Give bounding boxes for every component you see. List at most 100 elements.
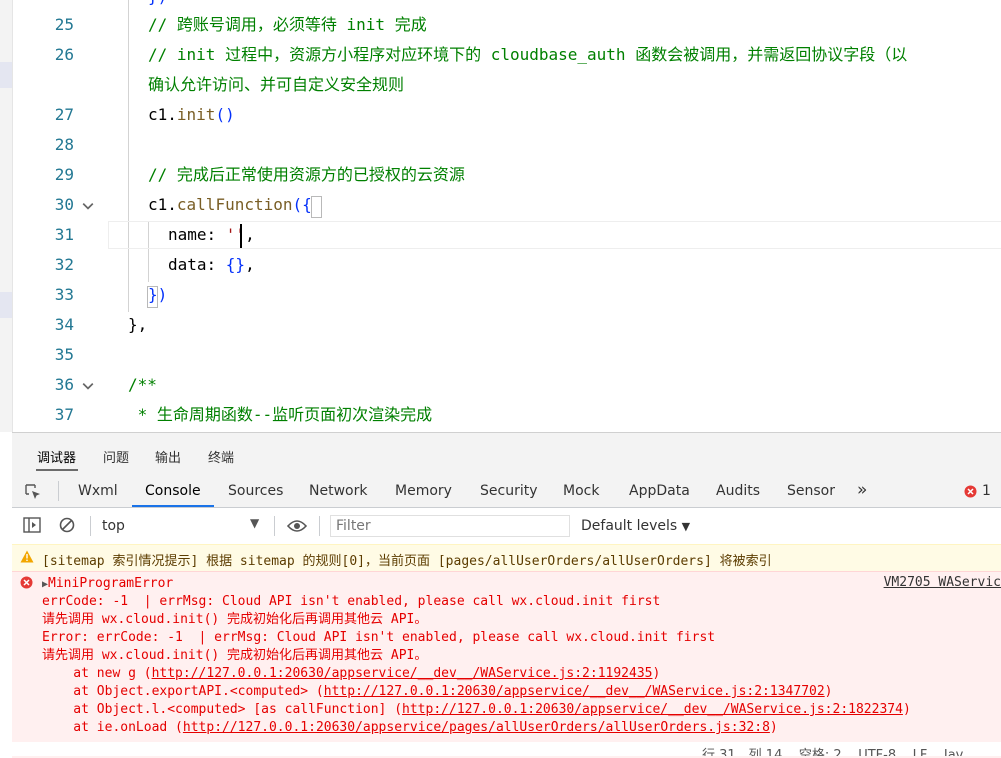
code-line-25: 25 // 跨账号调用，必须等待 init 完成 [0,10,1001,40]
line-number: 34 [54,315,74,334]
tab-appdata[interactable]: AppData [629,483,690,499]
stack-frame-suffix: ) [824,684,833,699]
divider [58,481,59,501]
stack-frame-suffix: ) [902,702,911,717]
error-count-icon[interactable] [964,485,977,498]
stack-frame-suffix: ) [769,720,778,735]
tab-sources[interactable]: Sources [228,483,283,499]
fold-chevron-icon[interactable] [82,380,94,392]
code-property: name [168,225,207,244]
tab-audits[interactable]: Audits [716,483,760,499]
line-number: 28 [54,135,74,154]
tab-memory[interactable]: Memory [395,483,452,499]
context-selector[interactable]: top [102,518,125,534]
code-editor[interactable]: }) 25 // 跨账号调用，必须等待 init 完成 26 // init 过… [0,0,1001,432]
stack-frame-prefix: at new g ( [42,666,152,681]
stack-frame: at Object.l.<computed> [as callFunction]… [42,701,911,718]
devtools-panel: 调试器 问题 输出 终端 Wxml Console Sources Networ… [12,432,1001,758]
status-bar-text[interactable]: 行 31，列 14 空格: 2 UTF-8 LF Jav [702,744,963,756]
line-number: 31 [54,225,74,244]
code-line-26-wrap: 确认允许访问、并可自定义安全规则 [0,70,1001,100]
code-comment: // 完成后正常使用资源方的已授权的云资源 [148,165,465,184]
stack-frame-prefix: at Object.l.<computed> [as callFunction]… [42,702,403,717]
error-count[interactable]: 1 [982,483,991,499]
tab-problems[interactable]: 问题 [103,447,129,466]
tab-security[interactable]: Security [480,483,538,499]
devtools-tool-tabs: Wxml Console Sources Network Memory Secu… [12,475,1001,508]
warning-message: [sitemap 索引情况提示] 根据 sitemap 的规则[0]，当前页面 … [42,554,772,569]
code-text: }, [128,315,148,334]
tab-sensor[interactable]: Sensor [787,483,835,499]
tab-debugger[interactable]: 调试器 [37,447,76,466]
code-line-35: 35 [0,340,1001,370]
code-line-34: 34 }, [0,310,1001,340]
stack-frame: at Object.exportAPI.<computed> (http://1… [42,683,833,700]
code-line-30: 30 c1.callFunction({ [0,190,1001,220]
line-number: 27 [54,105,74,124]
line-number: 35 [54,345,74,364]
error-message-line: 请先调用 wx.cloud.init() 完成初始化后再调用其他云 API。 [42,612,428,627]
text-cursor [240,224,242,248]
line-number: 29 [54,165,74,184]
tab-output[interactable]: 输出 [155,447,181,466]
stack-frame-link[interactable]: http://127.0.0.1:20630/appservice/__dev_… [152,666,653,681]
code-comment: 确认允许访问、并可自定义安全规则 [148,75,405,94]
code-line-31: 31 name: '', [0,220,1001,250]
divider [90,516,91,536]
active-tab-indicator [132,505,214,507]
stack-frame: at new g (http://127.0.0.1:20630/appserv… [42,665,660,682]
code-bracket: {} [225,255,246,274]
error-expander[interactable]: ▶MiniProgramError [42,575,173,593]
error-title: MiniProgramError [48,576,174,591]
line-number: 37 [54,405,74,424]
line-number: 26 [54,45,74,64]
code-bracket: () [215,105,235,124]
stack-frame-link[interactable]: http://127.0.0.1:20630/appservice/__dev_… [324,684,825,699]
stack-frame-link[interactable]: http://127.0.0.1:20630/appservice/__dev_… [402,702,903,717]
tab-network[interactable]: Network [309,483,367,499]
stack-frame-link[interactable]: http://127.0.0.1:20630/appservice/pages/… [183,720,770,735]
tab-console[interactable]: Console [145,483,201,499]
error-message-line: Error: errCode: -1 | errMsg: Cloud API i… [42,630,716,645]
warning-icon [20,550,34,563]
code-punct: , [245,255,255,274]
console-warning-row: [sitemap 索引情况提示] 根据 sitemap 的规则[0]，当前页面 … [12,544,1001,572]
tab-wxml[interactable]: Wxml [78,483,118,499]
code-line-28: 28 [0,130,1001,160]
stack-frame-prefix: at ie.onLoad ( [42,720,183,735]
dropdown-arrow-icon: ▼ [681,520,691,533]
code-function: init [176,105,216,124]
line-number: 36 [54,375,74,394]
error-source-link[interactable]: VM2705 WAServic [884,575,1001,590]
sidebar-toggle-icon[interactable] [23,517,41,533]
error-message-line: 请先调用 wx.cloud.init() 完成初始化后再调用其他云 API。 [42,648,428,663]
code-line-29: 29 // 完成后正常使用资源方的已授权的云资源 [0,160,1001,190]
console-filter-bar: top ▼ Default levels ▼ [12,508,1001,545]
stack-frame-suffix: ) [652,666,661,681]
clear-console-icon[interactable] [59,517,75,533]
fold-chevron-icon[interactable] [82,200,94,212]
inspect-element-icon[interactable] [24,483,42,501]
code-line-37: 37 * 生命周期函数--监听页面初次渲染完成 [0,400,1001,430]
divider [319,516,320,536]
error-icon [20,576,33,589]
code-property: data [168,255,207,274]
code-comment: * 生命周期函数--监听页面初次渲染完成 [128,405,433,424]
log-levels-dropdown[interactable]: Default levels ▼ [581,518,690,534]
code-line-26: 26 // init 过程中，资源方小程序对应环境下的 cloudbase_au… [0,40,1001,70]
stack-frame: at ie.onLoad (http://127.0.0.1:20630/app… [42,719,778,736]
context-dropdown-arrow-icon[interactable]: ▼ [250,516,259,530]
filter-input[interactable] [330,515,570,537]
line-number: 25 [54,15,74,34]
eye-icon[interactable] [287,519,307,533]
code-identifier: c1 [148,105,168,124]
code-line-27: 27 c1.init() [0,100,1001,130]
bracket-match-highlight [311,196,322,218]
line-number: 32 [54,255,74,274]
panel-tab-bar: 调试器 问题 输出 终端 [12,433,1001,475]
code-function: callFunction [176,195,293,214]
tab-mock[interactable]: Mock [563,483,599,499]
tab-terminal[interactable]: 终端 [208,447,234,466]
code-bracket: ({ [292,195,312,214]
more-tabs-button[interactable]: » [857,480,867,500]
